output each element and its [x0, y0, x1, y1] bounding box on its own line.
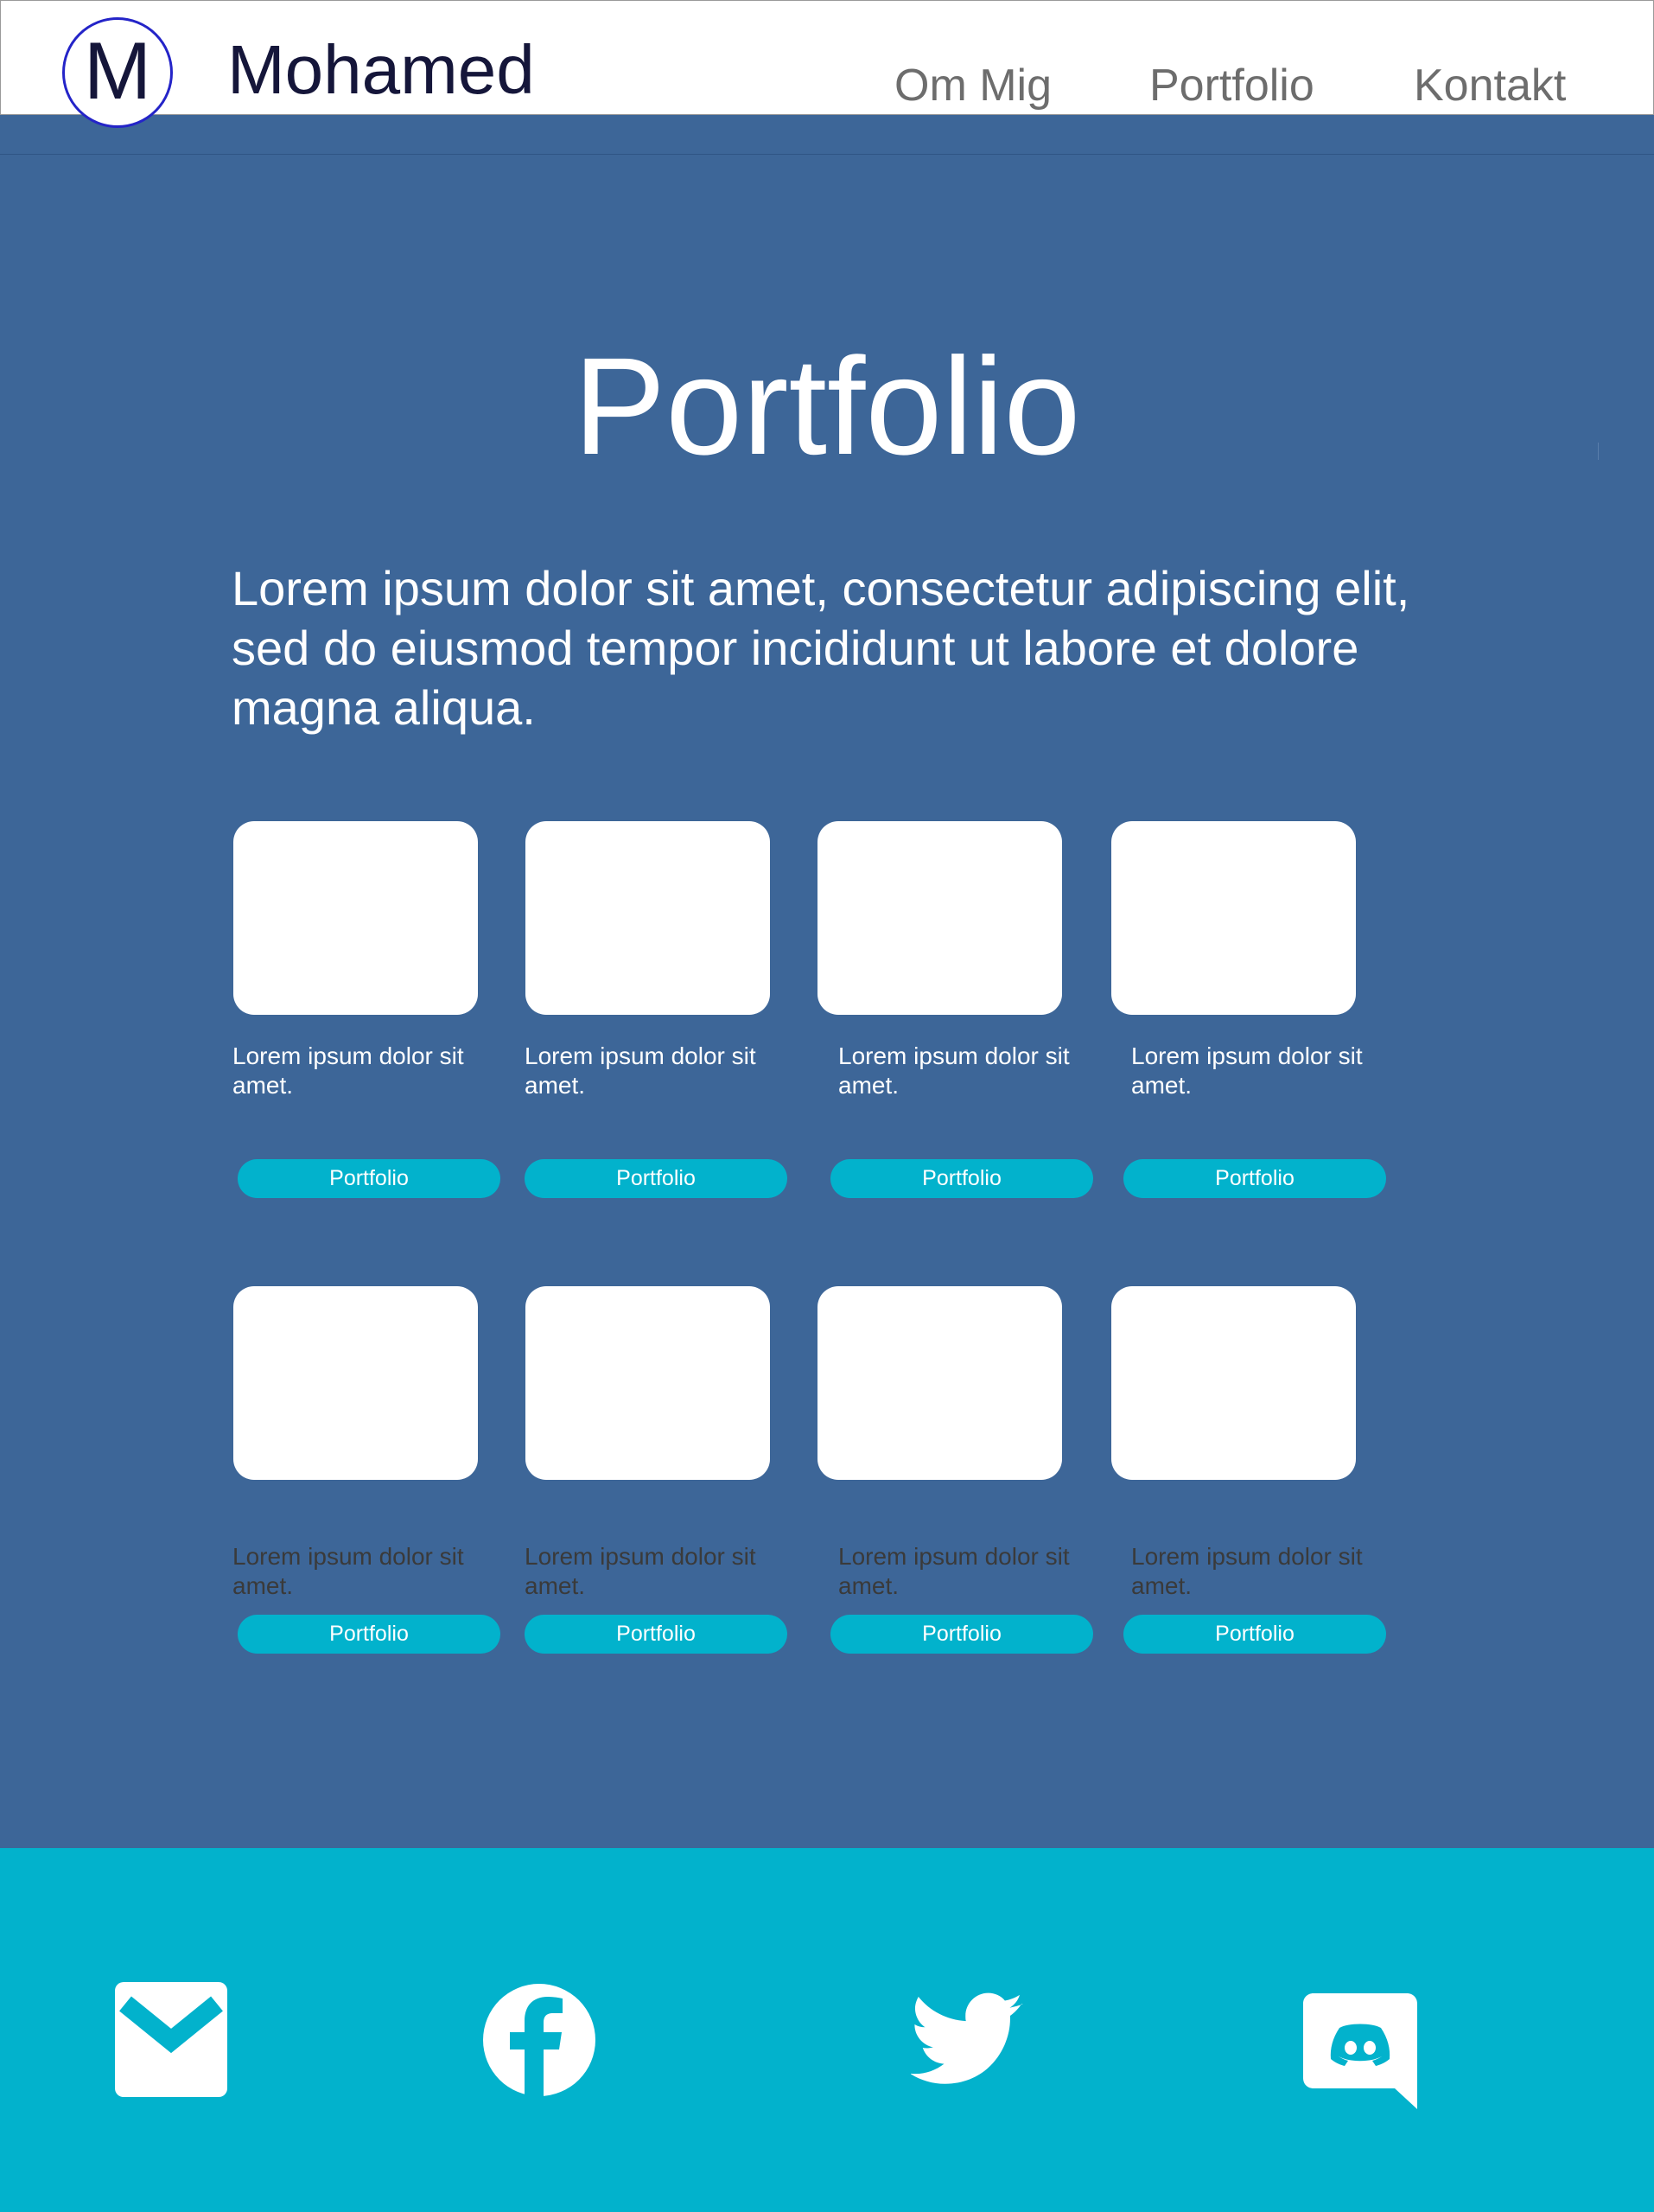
portfolio-button[interactable]: Portfolio — [830, 1159, 1093, 1198]
nav-link-om-mig[interactable]: Om Mig — [894, 63, 1052, 108]
card-image-placeholder[interactable] — [817, 1286, 1062, 1480]
site-header: Mohamed Om Mig Portfolio Kontakt — [0, 0, 1654, 115]
card-image-placeholder[interactable] — [525, 1286, 770, 1480]
card-caption: Lorem ipsum dolor sit amet. — [1131, 1543, 1363, 1599]
mail-icon[interactable] — [115, 1982, 227, 2097]
portfolio-button[interactable]: Portfolio — [1123, 1615, 1386, 1654]
card-image-placeholder[interactable] — [233, 821, 478, 1015]
card-caption: Lorem ipsum dolor sit amet. — [838, 1042, 1070, 1099]
portfolio-button[interactable]: Portfolio — [525, 1615, 787, 1654]
portfolio-button[interactable]: Portfolio — [238, 1159, 500, 1198]
card-caption: Lorem ipsum dolor sit amet. — [525, 1042, 756, 1099]
logo[interactable]: M — [62, 17, 173, 128]
portfolio-button[interactable]: Portfolio — [830, 1615, 1093, 1654]
site-footer — [0, 1848, 1654, 2212]
brand-name[interactable]: Mohamed — [227, 35, 535, 105]
card-image-placeholder[interactable] — [1111, 1286, 1356, 1480]
nav-link-kontakt[interactable]: Kontakt — [1414, 63, 1566, 108]
card-caption: Lorem ipsum dolor sit amet. — [232, 1543, 464, 1599]
card-image-placeholder[interactable] — [233, 1286, 478, 1480]
card-caption: Lorem ipsum dolor sit amet. — [232, 1042, 464, 1099]
portfolio-button[interactable]: Portfolio — [1123, 1159, 1386, 1198]
portfolio-button[interactable]: Portfolio — [238, 1615, 500, 1654]
card-caption: Lorem ipsum dolor sit amet. — [525, 1543, 756, 1599]
page-title: Portfolio — [573, 328, 1081, 483]
header-divider — [0, 115, 1654, 155]
divider — [1598, 443, 1599, 460]
intro-text: Lorem ipsum dolor sit amet, consectetur … — [232, 561, 1410, 735]
card-image-placeholder[interactable] — [1111, 821, 1356, 1015]
twitter-icon[interactable] — [911, 1982, 1025, 2096]
facebook-icon[interactable] — [482, 1982, 596, 2098]
discord-icon[interactable] — [1303, 1993, 1417, 2109]
nav-link-portfolio[interactable]: Portfolio — [1149, 63, 1314, 108]
card-caption: Lorem ipsum dolor sit amet. — [1131, 1042, 1363, 1099]
portfolio-button[interactable]: Portfolio — [525, 1159, 787, 1198]
card-caption: Lorem ipsum dolor sit amet. — [838, 1543, 1070, 1599]
card-image-placeholder[interactable] — [525, 821, 770, 1015]
card-image-placeholder[interactable] — [817, 821, 1062, 1015]
